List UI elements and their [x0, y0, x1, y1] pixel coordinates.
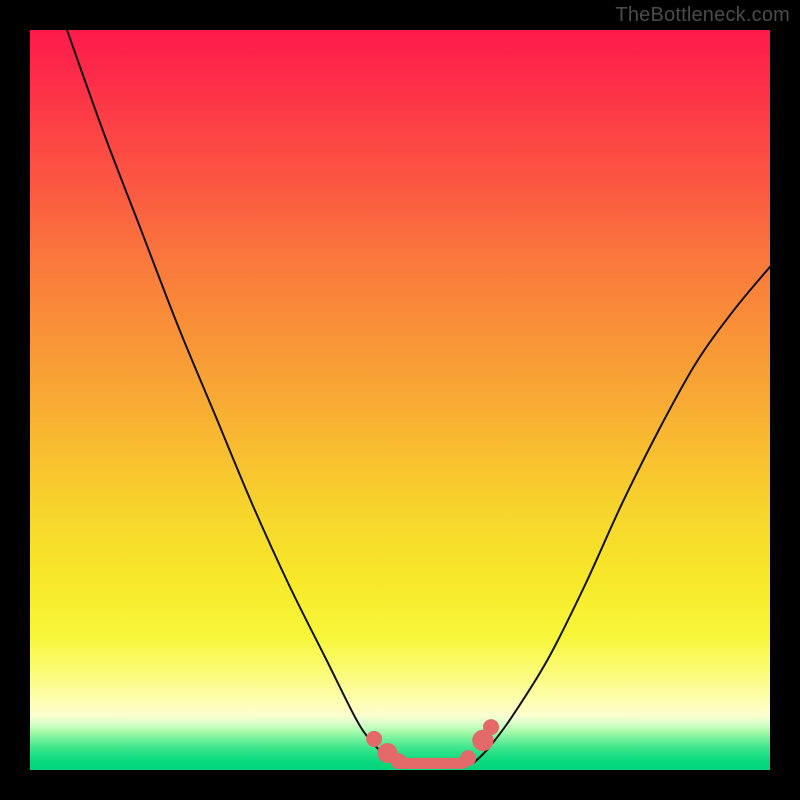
accent-dot: [366, 731, 382, 747]
right-curve: [474, 267, 770, 763]
watermark-text: TheBottleneck.com: [615, 4, 790, 27]
left-curve: [67, 30, 400, 764]
accent-segment: [366, 719, 499, 769]
accent-dot: [483, 719, 499, 735]
accent-dot: [391, 753, 407, 769]
chart-frame: TheBottleneck.com: [0, 0, 800, 800]
curve-layer: [30, 30, 770, 770]
plot-area: [30, 30, 770, 770]
accent-dot: [460, 750, 476, 766]
